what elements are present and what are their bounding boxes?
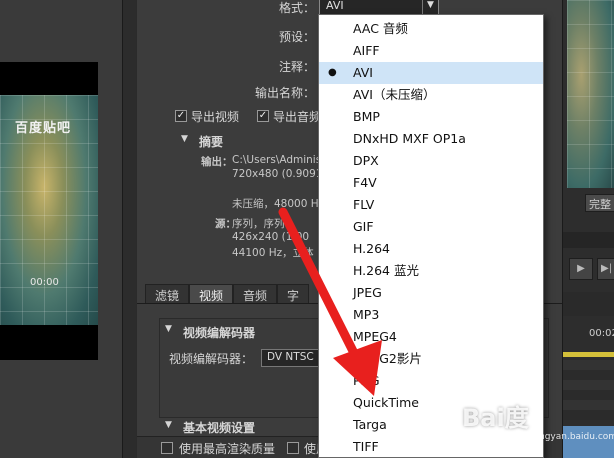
source-audio: 44100 Hz，立体 [232, 247, 314, 259]
format-option-label: FLV [353, 197, 375, 212]
timeline-track[interactable] [563, 292, 614, 316]
output-resolution: 720x480 (0.9091) [232, 168, 327, 180]
output-path: C:\Users\Adminis [232, 154, 322, 166]
source-sequence: 序列，序列 [232, 218, 285, 230]
play-icon[interactable]: ▶ [569, 258, 593, 280]
format-option[interactable]: H.264 蓝光 [319, 260, 543, 282]
format-option[interactable]: AIFF [319, 40, 543, 62]
format-option[interactable]: FLV [319, 194, 543, 216]
format-option[interactable]: AAC 音频 [319, 18, 543, 40]
format-option[interactable]: DNxHD MXF OP1a [319, 128, 543, 150]
max-quality-label: 使用最高渲染质量 [179, 442, 276, 456]
format-option[interactable]: H.264 [319, 238, 543, 260]
work-area-bar[interactable] [563, 352, 614, 357]
track-lanes [563, 360, 614, 420]
format-option-label: MPEG4 [353, 329, 397, 344]
note-label: 注释： [278, 60, 315, 74]
format-option-label: MPEG2影片 [353, 351, 422, 366]
output-video-frame [567, 0, 614, 188]
summary-toggle-icon[interactable]: ▼ [181, 134, 188, 144]
preset-label: 预设： [278, 30, 315, 44]
tab-audio[interactable]: 音频 [233, 284, 278, 304]
format-option-label: GIF [353, 219, 374, 234]
selected-bullet-icon: ● [328, 67, 337, 78]
export-video-label: 导出视频 [191, 110, 240, 124]
format-option[interactable]: BMP [319, 106, 543, 128]
format-option-label: F4V [353, 175, 377, 190]
format-option[interactable]: MP3 [319, 304, 543, 326]
format-option[interactable]: GIF [319, 216, 543, 238]
format-option-label: PNG [353, 373, 380, 388]
format-option-label: AIFF [353, 43, 380, 58]
format-value: AVI [326, 0, 344, 12]
format-option[interactable]: ● AVI [319, 62, 543, 84]
complete-button[interactable]: 完整 [585, 194, 614, 212]
format-label: 格式： [278, 1, 315, 15]
format-option-label: AVI（未压缩） [353, 87, 436, 102]
codec-section-title: 视频编解码器 [183, 326, 256, 340]
preview-timecode: 00:00 [30, 277, 59, 288]
format-select[interactable]: AVI ▼ [319, 0, 439, 15]
baidu-watermark: Bai度 [462, 404, 529, 432]
format-option-label: MP3 [353, 307, 380, 322]
output-name-label: 输出名称： [254, 86, 315, 100]
output-audio-summary: 未压缩，48000 H [232, 198, 319, 210]
clip-bar[interactable] [563, 426, 614, 458]
format-option-label: H.264 [353, 241, 391, 256]
format-option-label: JPEG [353, 285, 382, 300]
format-option[interactable]: DPX [319, 150, 543, 172]
timeline-slider[interactable] [563, 232, 614, 248]
format-option-label: BMP [353, 109, 380, 124]
format-option[interactable]: F4V [319, 172, 543, 194]
max-quality-checkbox[interactable] [161, 442, 173, 454]
tab-filters[interactable]: 滤镜 [145, 284, 190, 304]
chevron-down-icon: ▼ [422, 0, 438, 14]
export-audio-label: 导出音频 [273, 110, 322, 124]
format-option[interactable]: TIFF [319, 436, 543, 458]
summary-title: 摘要 [199, 135, 224, 149]
output-preview-panel: 完整 ▶ ▶| 00:02:15 [562, 0, 614, 458]
tab-video[interactable]: 视频 [189, 284, 234, 304]
format-dropdown-list[interactable]: AAC 音频 AIFF ● AVI AVI（未压缩） BMP DNxHD MXF OP1a D… [318, 14, 544, 458]
use-checkbox[interactable] [287, 442, 299, 454]
preview-scrollbar[interactable] [122, 0, 136, 458]
preview-watermark: 百度贴吧 [15, 121, 72, 136]
source-resolution: 426x240 (1.00 [232, 231, 310, 243]
codec-label: 视频编解码器： [169, 352, 254, 366]
basic-toggle-icon[interactable]: ▼ [165, 420, 172, 430]
format-option-label: AVI [353, 65, 373, 80]
format-option-label: Targa [353, 417, 387, 432]
output-label: 输出： [201, 156, 233, 168]
format-option[interactable]: MPEG2影片 [319, 348, 543, 370]
format-option[interactable]: PNG [319, 370, 543, 392]
export-audio-checkbox[interactable]: ✓ [257, 110, 269, 122]
codec-toggle-icon[interactable]: ▼ [165, 324, 172, 334]
format-option-label: QuickTime [353, 395, 419, 410]
format-option-label: DPX [353, 153, 379, 168]
format-option-label: H.264 蓝光 [353, 263, 419, 278]
format-option[interactable]: MPEG4 [319, 326, 543, 348]
format-option-label: TIFF [353, 439, 379, 454]
settings-tabs: 滤镜 视频 音频 字 [145, 284, 310, 304]
format-option-label: DNxHD MXF OP1a [353, 131, 466, 146]
source-preview-panel: 百度贴吧 00:00 [0, 0, 136, 458]
baidu-watermark-url: jingyan.baidu.com [534, 432, 614, 442]
format-option[interactable]: JPEG [319, 282, 543, 304]
tab-subtitles[interactable]: 字 [277, 284, 310, 304]
export-video-checkbox[interactable]: ✓ [175, 110, 187, 122]
basic-video-title: 基本视频设置 [183, 421, 256, 435]
format-option[interactable]: AVI（未压缩） [319, 84, 543, 106]
output-timecode: 00:02:15 [589, 328, 614, 339]
format-option-label: AAC 音频 [353, 21, 408, 36]
preview-video-frame: 百度贴吧 00:00 [0, 95, 98, 325]
step-forward-icon[interactable]: ▶| [597, 258, 614, 280]
